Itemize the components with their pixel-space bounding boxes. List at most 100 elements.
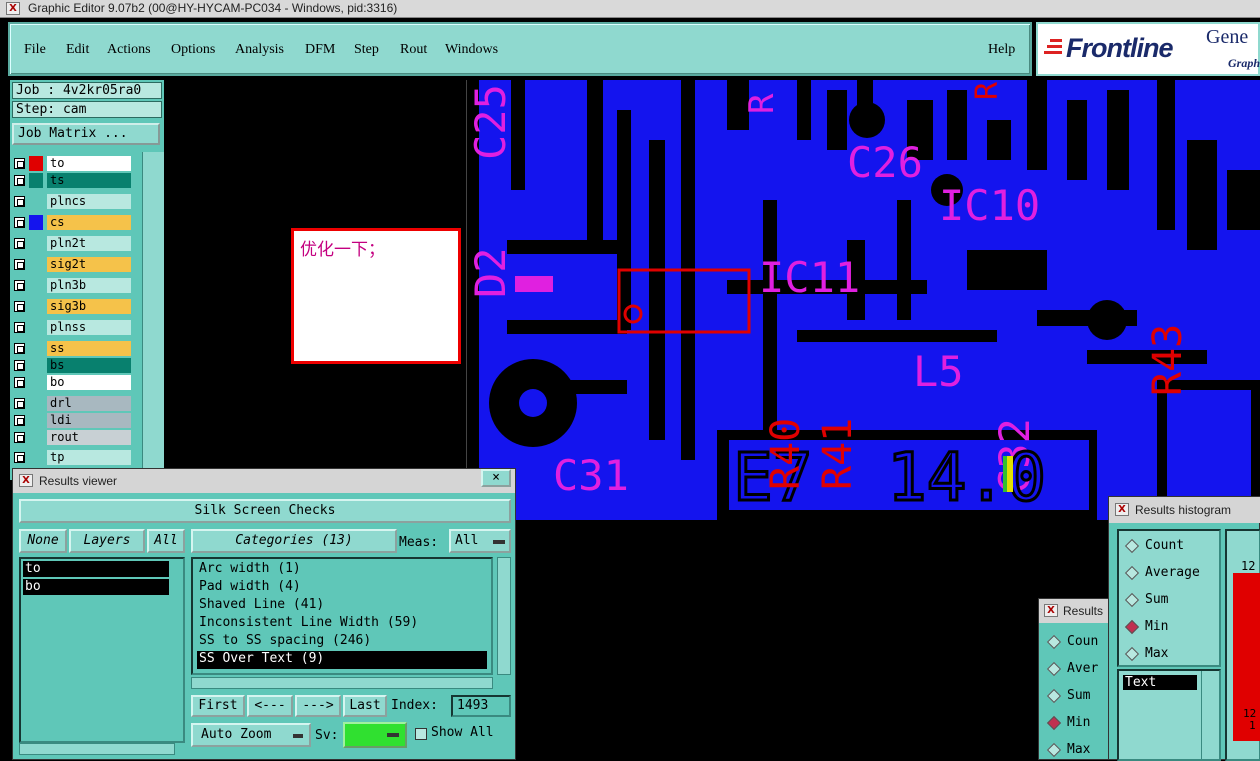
layer-color-swatch[interactable]: [29, 299, 43, 314]
layer-name[interactable]: plnss: [47, 320, 131, 335]
radio-icon[interactable]: [1124, 538, 1140, 554]
radio-icon[interactable]: [1046, 715, 1062, 731]
layer-row-sig2t[interactable]: sig2t: [14, 257, 132, 272]
layer-checkbox[interactable]: [14, 158, 25, 169]
radio-icon[interactable]: [1124, 646, 1140, 662]
layer-checkbox[interactable]: [14, 415, 25, 426]
menu-actions[interactable]: Actions: [107, 42, 151, 58]
layer-checkbox[interactable]: [14, 322, 25, 333]
layer-checkbox[interactable]: [14, 175, 25, 186]
layer-color-swatch[interactable]: [29, 413, 43, 428]
radio-icon[interactable]: [1124, 592, 1140, 608]
category-hscrollbar[interactable]: [191, 677, 493, 689]
layer-name[interactable]: sig3b: [47, 299, 131, 314]
option-min[interactable]: Min: [1046, 714, 1109, 732]
menu-edit[interactable]: Edit: [66, 42, 89, 58]
menu-windows[interactable]: Windows: [445, 42, 498, 58]
job-matrix-button[interactable]: Job Matrix ...: [12, 123, 160, 145]
layer-row-drl[interactable]: drl: [14, 396, 132, 411]
category-item[interactable]: Pad width (4): [197, 579, 301, 597]
layer-color-swatch[interactable]: [29, 236, 43, 251]
none-button[interactable]: None: [19, 529, 67, 553]
radio-icon[interactable]: [1046, 742, 1062, 758]
radio-icon[interactable]: [1046, 688, 1062, 704]
option-average[interactable]: Average: [1124, 564, 1217, 582]
layer-checkbox[interactable]: [14, 377, 25, 388]
app-icon[interactable]: X: [6, 2, 20, 15]
layer-row-bs[interactable]: bs: [14, 358, 132, 373]
layer-color-swatch[interactable]: [29, 396, 43, 411]
category-item[interactable]: Shaved Line (41): [197, 597, 324, 615]
layer-checkbox[interactable]: [14, 301, 25, 312]
index-input[interactable]: 1493: [451, 695, 511, 717]
option-max[interactable]: Max: [1046, 741, 1109, 759]
menu-step[interactable]: Step: [354, 42, 379, 58]
layer-name[interactable]: sig2t: [47, 257, 131, 272]
menu-rout[interactable]: Rout: [400, 42, 427, 58]
layer-color-swatch[interactable]: [29, 358, 43, 373]
option-coun[interactable]: Coun: [1046, 633, 1109, 651]
layer-color-swatch[interactable]: [29, 194, 43, 209]
layer-row-ts[interactable]: ts: [14, 173, 132, 188]
layer-row-pln3b[interactable]: pln3b: [14, 278, 132, 293]
layer-name[interactable]: ss: [47, 341, 131, 356]
layer-row-pln2t[interactable]: pln2t: [14, 236, 132, 251]
results-viewer-icon[interactable]: X: [19, 474, 33, 487]
option-min[interactable]: Min: [1124, 618, 1217, 636]
next-button[interactable]: --->: [295, 695, 341, 717]
layer-name[interactable]: ldi: [47, 413, 131, 428]
layer-name[interactable]: pln3b: [47, 278, 131, 293]
layer-row-tp[interactable]: tp: [14, 450, 132, 465]
layer-name[interactable]: pln2t: [47, 236, 131, 251]
layer-checkbox[interactable]: [14, 238, 25, 249]
layer-color-swatch[interactable]: [29, 173, 43, 188]
layer-row-ldi[interactable]: ldi: [14, 413, 132, 428]
show-all-checkbox[interactable]: [415, 728, 427, 740]
category-item[interactable]: Arc width (1): [197, 561, 301, 579]
layer-color-swatch[interactable]: [29, 375, 43, 390]
first-button[interactable]: First: [191, 695, 245, 717]
layer-checkbox[interactable]: [14, 217, 25, 228]
layer-checkbox[interactable]: [14, 259, 25, 270]
results-small-icon[interactable]: X: [1044, 604, 1058, 617]
layer-row-cs[interactable]: cs: [14, 215, 132, 230]
layer-row-sig3b[interactable]: sig3b: [14, 299, 132, 314]
layer-name[interactable]: bs: [47, 358, 131, 373]
layer-checkbox[interactable]: [14, 343, 25, 354]
menu-dfm[interactable]: DFM: [305, 42, 335, 58]
radio-icon[interactable]: [1124, 619, 1140, 635]
layer-name[interactable]: plncs: [47, 194, 131, 209]
layer-row-plncs[interactable]: plncs: [14, 194, 132, 209]
categories-button[interactable]: Categories (13): [191, 529, 397, 553]
field-scrollbar[interactable]: [1201, 671, 1217, 759]
layers-button[interactable]: Layers: [69, 529, 145, 553]
layer-color-swatch[interactable]: [29, 156, 43, 171]
option-count[interactable]: Count: [1124, 537, 1217, 555]
layer-scrollbar[interactable]: [142, 152, 164, 478]
radio-icon[interactable]: [1124, 565, 1140, 581]
option-max[interactable]: Max: [1124, 645, 1217, 663]
option-sum[interactable]: Sum: [1046, 687, 1109, 705]
histogram-icon[interactable]: X: [1115, 503, 1129, 516]
prev-button[interactable]: <---: [247, 695, 293, 717]
layer-name[interactable]: cs: [47, 215, 131, 230]
layer-color-swatch[interactable]: [29, 320, 43, 335]
layer-color-swatch[interactable]: [29, 257, 43, 272]
radio-icon[interactable]: [1046, 634, 1062, 650]
layer-color-swatch[interactable]: [29, 430, 43, 445]
layer-checkbox[interactable]: [14, 432, 25, 443]
all-button[interactable]: All: [147, 529, 185, 553]
menu-analysis[interactable]: Analysis: [235, 42, 284, 58]
menu-file[interactable]: File: [24, 42, 46, 58]
layer-name[interactable]: to: [47, 156, 131, 171]
result-layer-item[interactable]: to: [23, 561, 169, 577]
category-item[interactable]: SS Over Text (9): [197, 651, 487, 669]
category-list[interactable]: Arc width (1) Pad width (4) Shaved Line (4…: [191, 557, 493, 675]
meas-dropdown[interactable]: All: [449, 529, 511, 553]
layer-name[interactable]: bo: [47, 375, 131, 390]
layer-row-to[interactable]: to: [14, 156, 132, 171]
layer-checkbox[interactable]: [14, 360, 25, 371]
layer-checkbox[interactable]: [14, 280, 25, 291]
layer-name[interactable]: tp: [47, 450, 131, 465]
layer-row-ss[interactable]: ss: [14, 341, 132, 356]
